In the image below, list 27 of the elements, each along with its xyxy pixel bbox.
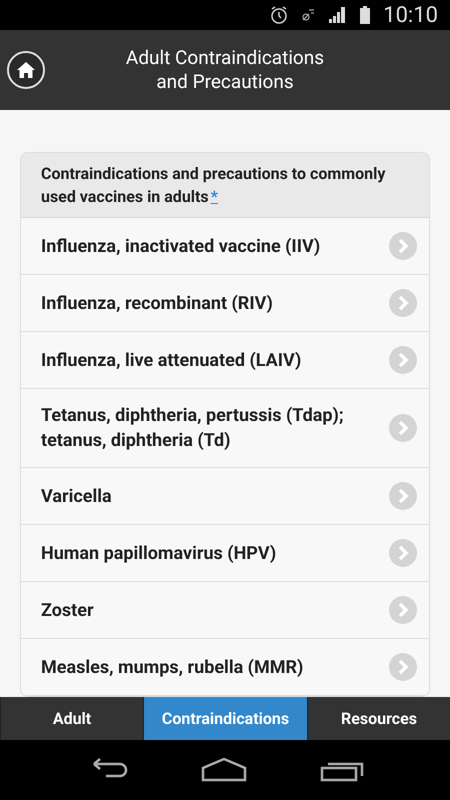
page-title: Adult Contraindications and Precautions bbox=[124, 46, 326, 94]
clock-time: 10:10 bbox=[383, 2, 438, 30]
signal-icon bbox=[327, 5, 348, 25]
chevron-right-icon bbox=[389, 232, 417, 260]
tab[interactable]: Contraindications bbox=[143, 697, 307, 740]
chevron-right-icon bbox=[389, 482, 417, 510]
vaccine-list-item[interactable]: Tetanus, diphtheria, pertussis (Tdap); tetanus, diphtheria (Td) bbox=[21, 389, 429, 468]
home-nav-icon[interactable] bbox=[200, 758, 247, 782]
battery-icon bbox=[359, 5, 372, 25]
chevron-right-icon bbox=[389, 289, 417, 317]
card-heading: Contraindications and precautions to commonly used vaccines in adults* bbox=[41, 163, 386, 208]
chevron-right-icon bbox=[389, 653, 417, 681]
vaccine-list-item[interactable]: Varicella bbox=[21, 468, 429, 525]
vaccine-list-item[interactable]: Influenza, inactivated vaccine (IIV) bbox=[21, 218, 429, 275]
vaccine-list-item[interactable]: Zoster bbox=[21, 582, 429, 639]
sync-icon bbox=[301, 8, 316, 22]
chevron-right-icon bbox=[389, 596, 417, 624]
chevron-right-icon bbox=[389, 539, 417, 567]
vaccine-list-item[interactable]: Influenza, recombinant (RIV) bbox=[21, 275, 429, 332]
chevron-right-icon bbox=[389, 414, 417, 442]
home-button[interactable] bbox=[7, 51, 45, 89]
alarm-icon bbox=[269, 5, 290, 25]
vaccine-list-item[interactable]: Human papillomavirus (HPV) bbox=[21, 525, 429, 582]
vaccine-list-item[interactable]: Influenza, live attenuated (LAIV) bbox=[21, 332, 429, 389]
home-icon bbox=[17, 62, 35, 78]
vaccine-list-item[interactable]: Measles, mumps, rubella (MMR) bbox=[21, 639, 429, 696]
chevron-right-icon bbox=[389, 346, 417, 374]
